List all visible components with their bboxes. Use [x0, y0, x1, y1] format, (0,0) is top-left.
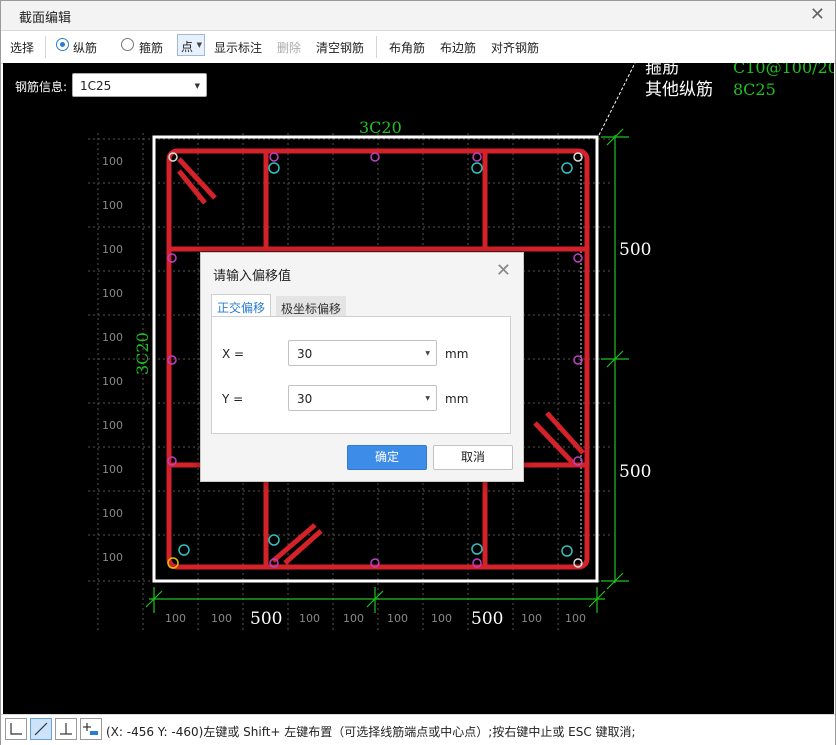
offset-dialog: 请输入偏移值 ✕ 正交偏移 极坐标偏移 X = 30 ▼ mm Y = 30 ▼…	[200, 252, 524, 482]
x-offset-input[interactable]: 30 ▼	[288, 340, 437, 366]
longitudinal-radio-label[interactable]: 纵筋	[73, 39, 97, 56]
align-bars-button[interactable]: 对齐钢筋	[491, 39, 539, 56]
status-message: (X: -456 Y: -460)左键或 Shift+ 左键布置（可选择线筋端点…	[106, 725, 636, 739]
rebar-marker	[561, 162, 573, 174]
corner-bars-button[interactable]: 布角筋	[389, 39, 425, 56]
cancel-button[interactable]: 取消	[433, 445, 513, 470]
diagonal-line-icon	[34, 722, 48, 736]
tab-polar-offset[interactable]: 极坐标偏移	[276, 296, 347, 318]
top-bars-label: 3C20	[359, 118, 402, 137]
title-bar: 截面编辑 ✕	[1, 1, 835, 31]
polar-snap-button[interactable]	[30, 718, 52, 740]
dim-right-top: 500	[619, 240, 651, 260]
stirrup-radio-label[interactable]: 箍筋	[139, 39, 163, 56]
other-bars-label: 其他纵筋	[645, 80, 713, 100]
grid-spacing-label: 100	[102, 155, 123, 168]
rebar-marker	[178, 544, 190, 556]
grid-spacing-label: 100	[211, 612, 232, 625]
dialog-title: 请输入偏移值	[213, 269, 292, 284]
perpendicular-snap-button[interactable]	[55, 718, 77, 740]
y-unit: mm	[445, 392, 469, 406]
grid-spacing-label: 100	[387, 612, 408, 625]
longitudinal-radio[interactable]	[56, 38, 69, 51]
grid-spacing-label: 100	[102, 463, 123, 476]
chevron-down-icon: ▼	[425, 395, 430, 402]
grid-spacing-label: 100	[521, 612, 542, 625]
dim-bottom-left: 500	[250, 609, 282, 629]
grid-spacing-label: 100	[165, 612, 186, 625]
close-icon[interactable]: ✕	[496, 260, 511, 281]
y-offset-value: 30	[297, 392, 313, 406]
chevron-down-icon: ▼	[425, 350, 430, 357]
ortho-snap-button[interactable]	[5, 718, 27, 740]
point-mode-dropdown[interactable]: 点 ▼	[177, 34, 205, 56]
grid-spacing-label: 100	[102, 507, 123, 520]
show-label-button[interactable]: 显示标注	[214, 39, 262, 56]
clear-bars-button[interactable]: 清空钢筋	[316, 39, 364, 56]
grid-spacing-label: 100	[431, 612, 452, 625]
rebar-marker	[573, 253, 583, 263]
tab-orthogonal-offset[interactable]: 正交偏移	[211, 294, 272, 318]
rebar-marker	[269, 152, 279, 162]
dim-right-bottom: 500	[619, 462, 651, 482]
toolbar-divider	[45, 36, 46, 58]
grid-spacing-label: 100	[102, 331, 123, 344]
rebar-info-value: 1C25	[80, 79, 112, 93]
rebar-marker	[268, 162, 280, 174]
status-bar: (X: -456 Y: -460)左键或 Shift+ 左键布置（可选择线筋端点…	[1, 714, 835, 745]
rebar-marker	[268, 534, 280, 546]
y-label: Y =	[222, 392, 244, 406]
rebar-marker	[472, 152, 482, 162]
grid-spacing-label: 100	[343, 612, 364, 625]
stirrup-hook	[533, 421, 575, 465]
grid-spacing-label: 100	[299, 612, 320, 625]
bottom-dimension	[145, 587, 606, 613]
edge-bars-button[interactable]: 布边筋	[440, 39, 476, 56]
angle-icon	[10, 723, 22, 735]
left-bars-label: 3C20	[133, 332, 152, 375]
close-icon[interactable]: ✕	[810, 4, 825, 25]
leader-line	[598, 63, 636, 136]
x-label: X =	[222, 347, 245, 361]
perpendicular-icon	[60, 723, 72, 735]
stirrup-value: C10@100/200	[733, 63, 834, 77]
grid-spacing-label: 100	[102, 243, 123, 256]
grid-spacing-label: 100	[102, 551, 123, 564]
right-dimension	[601, 128, 629, 590]
tab-panel: X = 30 ▼ mm Y = 30 ▼ mm	[211, 316, 511, 434]
delete-button[interactable]: 删除	[277, 39, 301, 56]
x-offset-value: 30	[297, 347, 313, 361]
stirrup-label: 箍筋	[645, 63, 679, 78]
grid-spacing-label: 100	[565, 612, 586, 625]
grid-spacing-label: 100	[102, 375, 123, 388]
chevron-down-icon: ▼	[196, 41, 202, 49]
point-mode-value: 点	[181, 40, 194, 54]
select-button[interactable]: 选择	[10, 39, 34, 56]
other-bars-value: 8C25	[733, 80, 776, 99]
window-title: 截面编辑	[19, 11, 72, 26]
ok-button[interactable]: 确定	[347, 445, 427, 470]
grid-spacing-label: 100	[102, 199, 123, 212]
grid-spacing-label: 100	[102, 287, 123, 300]
section-edit-window: 截面编辑 ✕ 选择 纵筋 箍筋 点 ▼ 显示标注 删除 清空钢筋 布角筋 布边筋…	[0, 0, 836, 745]
rebar-marker	[471, 162, 483, 174]
toolbar-divider	[376, 36, 377, 58]
chevron-down-icon: ▼	[194, 82, 200, 90]
rebar-marker	[471, 543, 483, 555]
plus-snap-icon	[83, 723, 98, 735]
stirrup-radio[interactable]	[121, 38, 134, 51]
dim-bottom-right: 500	[471, 609, 503, 629]
object-snap-button[interactable]	[80, 718, 102, 740]
rebar-info-select[interactable]: 1C25 ▼	[72, 73, 207, 97]
x-unit: mm	[445, 347, 469, 361]
rebar-marker	[561, 545, 573, 557]
y-offset-input[interactable]: 30 ▼	[288, 385, 437, 411]
toolbar: 选择 纵筋 箍筋 点 ▼ 显示标注 删除 清空钢筋 布角筋 布边筋 对齐钢筋	[1, 31, 835, 64]
grid-spacing-label: 100	[102, 419, 123, 432]
rebar-info-label: 钢筋信息:	[15, 80, 68, 94]
rebar-marker	[370, 152, 380, 162]
